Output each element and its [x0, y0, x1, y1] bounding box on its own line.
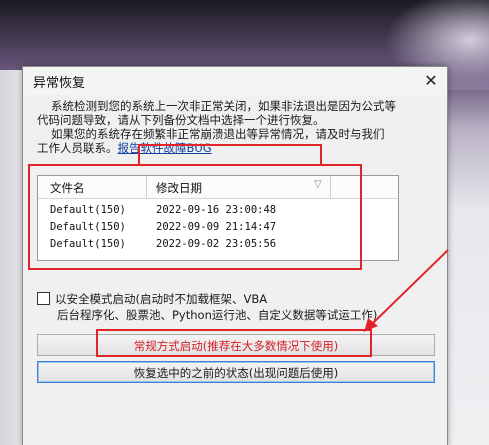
restore-previous-state-button[interactable]: 恢复选中的之前的状态(出现问题后使用): [37, 361, 435, 383]
table-row[interactable]: Default(150) 2022-09-09 21:14:47: [38, 219, 398, 236]
report-bug-link[interactable]: 报告软件故障BUG: [118, 141, 212, 155]
list-header: 文件名 修改日期 ▽: [38, 176, 398, 199]
row-filename: Default(150): [50, 204, 126, 216]
row-filename: Default(150): [50, 221, 126, 233]
message-line-4: 工作人员联系。报告软件故障BUG: [37, 141, 441, 155]
dialog-title: 异常恢复: [33, 76, 86, 91]
row-date: 2022-09-09 21:14:47: [156, 221, 277, 233]
recovery-dialog: 异常恢复 ✕ 系统检测到您的系统上一次非正常关闭，如果非法退出是因为公式等 代码…: [22, 66, 448, 445]
backup-file-list[interactable]: 文件名 修改日期 ▽ Default(150) 2022-09-16 23:00…: [37, 175, 399, 261]
safe-mode-label-line-2: 后台程序化、股票池、Python运行池、自定义数据等试运工作): [57, 308, 378, 322]
row-filename: Default(150): [50, 238, 126, 250]
normal-start-button[interactable]: 常规方式启动(推荐在大多数情况下使用): [37, 334, 435, 356]
safe-mode-label[interactable]: 以安全模式启动(启动时不加载框架、VBA 后台程序化、股票池、Python运行池…: [55, 291, 435, 323]
row-date: 2022-09-16 23:00:48: [156, 204, 277, 216]
background-left-strip: [0, 70, 22, 445]
table-row[interactable]: Default(150) 2022-09-16 23:00:48: [38, 202, 398, 219]
close-icon[interactable]: ✕: [421, 71, 441, 91]
column-header-filename[interactable]: 文件名: [50, 180, 85, 196]
safe-mode-checkbox[interactable]: [37, 292, 50, 305]
message-line-3: 如果您的系统存在频繁非正常崩溃退出等异常情况，请及时与我们: [51, 127, 385, 141]
row-date: 2022-09-02 23:05:56: [156, 238, 277, 250]
column-separator[interactable]: [146, 176, 147, 198]
dialog-titlebar[interactable]: 异常恢复 ✕: [23, 67, 447, 95]
message-line-2: 代码问题导致，请从下列备份文档中选择一个进行恢复。: [37, 113, 325, 127]
table-row[interactable]: Default(150) 2022-09-02 23:05:56: [38, 236, 398, 253]
message-line-1: 系统检测到您的系统上一次非正常关闭，如果非法退出是因为公式等: [51, 99, 396, 113]
sort-down-icon[interactable]: ▽: [314, 179, 322, 190]
recovery-message: 系统检测到您的系统上一次非正常关闭，如果非法退出是因为公式等 代码问题导致，请从…: [37, 99, 441, 155]
safe-mode-label-line-1: 以安全模式启动(启动时不加载框架、VBA: [55, 292, 268, 306]
column-separator[interactable]: [330, 176, 331, 198]
column-header-modified-date[interactable]: 修改日期: [156, 180, 202, 196]
background-right-panel: [446, 90, 489, 445]
message-line-4-text: 工作人员联系。: [37, 141, 118, 155]
